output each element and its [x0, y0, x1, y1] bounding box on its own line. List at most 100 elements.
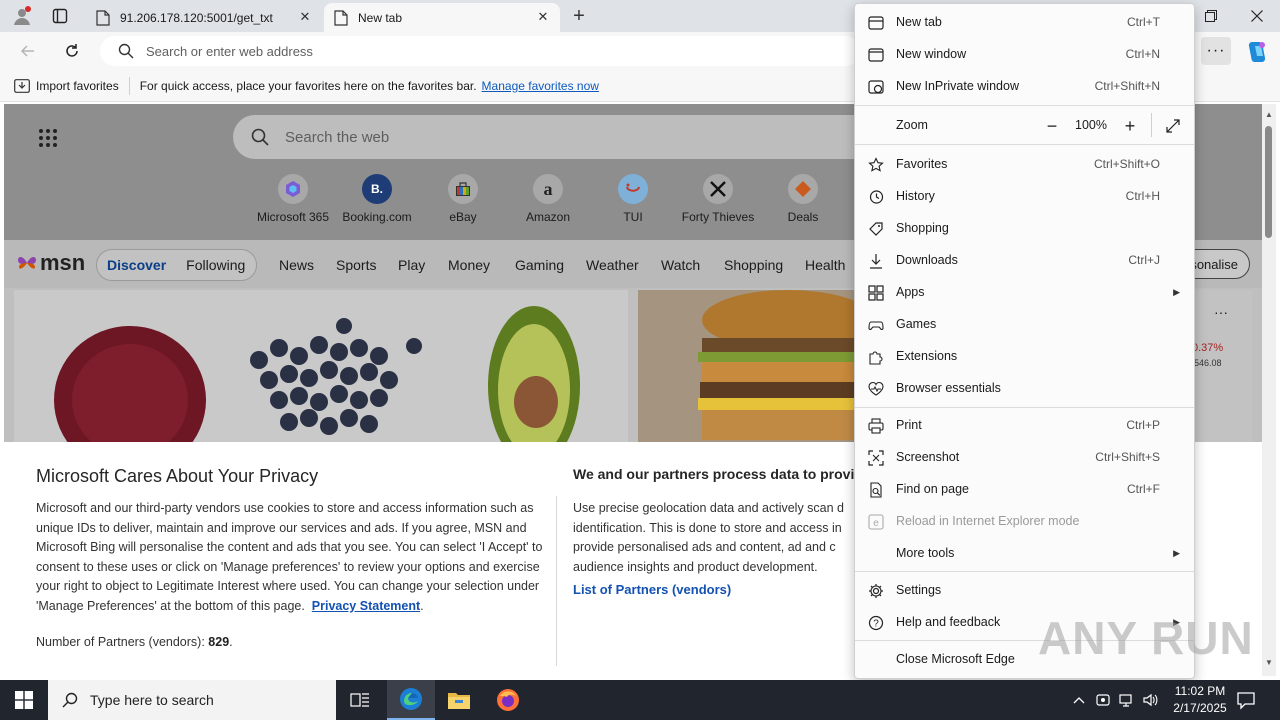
menu-item-label: Games [896, 317, 937, 331]
quick-link-forty-thieves[interactable]: Forty Thieves [675, 174, 761, 224]
menu-item-new-tab[interactable]: New tab Ctrl+T [855, 6, 1194, 38]
menu-item-find-on-page[interactable]: Find on page Ctrl+F [855, 473, 1194, 505]
taskbar-search[interactable] [48, 680, 336, 720]
firefox-icon[interactable] [484, 680, 532, 720]
web-search-box[interactable] [233, 115, 913, 159]
menu-item-downloads[interactable]: Downloads Ctrl+J [855, 244, 1194, 276]
back-arrow-icon[interactable] [14, 37, 42, 65]
quick-link-booking[interactable]: B. Booking.com [334, 174, 420, 224]
scroll-up-icon[interactable]: ▲ [1265, 110, 1273, 119]
taskbar-search-input[interactable] [90, 692, 330, 708]
privacy-statement-link[interactable]: Privacy Statement [312, 599, 420, 613]
food-image [14, 290, 628, 446]
nav-play[interactable]: Play [398, 257, 425, 273]
refresh-icon[interactable] [58, 37, 86, 65]
more-options-icon[interactable]: ··· [1214, 304, 1228, 320]
web-search-input[interactable] [285, 128, 785, 146]
menu-item-more-tools[interactable]: More tools ▶ [855, 537, 1194, 569]
nav-health[interactable]: Health [805, 257, 845, 273]
tab-new-tab[interactable]: New tab ✕ [324, 3, 560, 32]
submenu-arrow-icon: ▶ [1173, 547, 1180, 558]
menu-item-new-window[interactable]: New window Ctrl+N [855, 38, 1194, 70]
amazon-icon: a [533, 174, 563, 204]
menu-item-apps[interactable]: Apps ▶ [855, 276, 1194, 308]
network-icon[interactable] [1117, 692, 1135, 708]
zoom-out-icon[interactable]: − [1041, 115, 1063, 137]
tab-following[interactable]: Following [176, 257, 255, 273]
manage-favorites-link[interactable]: Manage favorites now [482, 79, 599, 93]
shopping-icon [867, 220, 885, 238]
fullscreen-icon[interactable] [1162, 115, 1184, 137]
zoom-in-icon[interactable]: + [1119, 115, 1141, 137]
app-launcher-icon[interactable] [38, 128, 58, 148]
quick-link-amazon[interactable]: a Amazon [505, 174, 591, 224]
menu-item-new-inprivate-window[interactable]: New InPrivate window Ctrl+Shift+N [855, 70, 1194, 102]
menu-item-games[interactable]: Games [855, 308, 1194, 340]
scroll-down-icon[interactable]: ▼ [1265, 658, 1273, 667]
nav-gaming[interactable]: Gaming [515, 257, 564, 273]
address-bar[interactable] [100, 36, 860, 66]
notification-icon[interactable] [1236, 690, 1258, 710]
copilot-icon[interactable] [1243, 38, 1271, 66]
show-hidden-icons-icon[interactable] [1070, 692, 1088, 708]
privacy-title: Microsoft Cares About Your Privacy [36, 466, 319, 486]
menu-divider [855, 571, 1194, 572]
history-icon [867, 188, 885, 206]
close-tab-icon[interactable]: ✕ [534, 8, 552, 26]
volume-icon[interactable] [1141, 692, 1159, 708]
nav-weather[interactable]: Weather [586, 257, 639, 273]
nav-news[interactable]: News [279, 257, 314, 273]
food-news-card[interactable] [14, 290, 628, 446]
feed-toggle: Discover Following [96, 249, 257, 281]
privacy-purposes-line: audience insights and product developmen… [573, 559, 818, 574]
msn-logo[interactable]: msn [16, 250, 85, 276]
forty-thieves-icon [703, 174, 733, 204]
tab-get-txt[interactable]: 91.206.178.120:5001/get_txt ✕ [86, 3, 322, 32]
search-icon [251, 128, 269, 146]
new-tab-button[interactable]: + [566, 5, 592, 27]
system-clock[interactable]: 11:02 PM 2/17/2025 [1160, 683, 1240, 717]
inprivate-icon [867, 78, 885, 96]
quick-link-ebay[interactable]: eBay [420, 174, 506, 224]
address-input[interactable] [146, 43, 746, 59]
nav-watch[interactable]: Watch [661, 257, 700, 273]
menu-item-help-and-feedback[interactable]: ? Help and feedback ▶ [855, 606, 1194, 638]
menu-item-history[interactable]: History Ctrl+H [855, 180, 1194, 212]
settings-and-more-button[interactable]: ··· [1201, 37, 1231, 65]
nav-money[interactable]: Money [448, 257, 490, 273]
start-button[interactable] [0, 680, 48, 720]
privacy-purposes-title: We and our partners process data to prov… [573, 466, 876, 482]
menu-item-browser-essentials[interactable]: Browser essentials [855, 372, 1194, 404]
settings-and-more-menu: New tab Ctrl+T New window Ctrl+N New InP… [854, 3, 1195, 679]
file-explorer-icon[interactable] [435, 680, 483, 720]
partners-count-value: 829 [208, 635, 230, 649]
list-of-partners-link[interactable]: List of Partners (vendors) [573, 582, 731, 597]
menu-item-print[interactable]: Print Ctrl+P [855, 409, 1194, 441]
privacy-purposes-line: identification. This is done to store an… [573, 520, 842, 535]
security-icon[interactable] [1094, 692, 1112, 708]
quick-link-tui[interactable]: TUI [590, 174, 676, 224]
tab-actions-icon[interactable] [46, 4, 74, 28]
scrollbar-thumb[interactable] [1265, 126, 1272, 238]
import-favorites-button[interactable]: Import favorites [14, 79, 119, 93]
profile-icon[interactable] [8, 4, 36, 28]
menu-item-extensions[interactable]: Extensions [855, 340, 1194, 372]
menu-item-screenshot[interactable]: Screenshot Ctrl+Shift+S [855, 441, 1194, 473]
close-tab-icon[interactable]: ✕ [296, 8, 314, 26]
burger-news-card[interactable] [638, 290, 858, 446]
nav-shopping[interactable]: Shopping [724, 257, 783, 273]
close-window-icon[interactable] [1234, 0, 1280, 32]
menu-item-close-edge[interactable]: Close Microsoft Edge [855, 643, 1194, 675]
nav-sports[interactable]: Sports [336, 257, 376, 273]
quick-link-microsoft-365[interactable]: Microsoft 365 [250, 174, 336, 224]
menu-item-shopping[interactable]: Shopping [855, 212, 1194, 244]
favorites-icon [867, 156, 885, 174]
vertical-scrollbar[interactable]: ▲ ▼ [1262, 104, 1276, 676]
menu-item-settings[interactable]: Settings [855, 574, 1194, 606]
quick-link-deals[interactable]: Deals [760, 174, 846, 224]
menu-item-favorites[interactable]: Favorites Ctrl+Shift+O [855, 148, 1194, 180]
edge-taskbar-icon[interactable] [387, 680, 435, 720]
tab-discover[interactable]: Discover [97, 257, 176, 273]
privacy-body-text: Microsoft and our third-party vendors us… [36, 501, 543, 613]
task-view-icon[interactable] [336, 680, 384, 720]
